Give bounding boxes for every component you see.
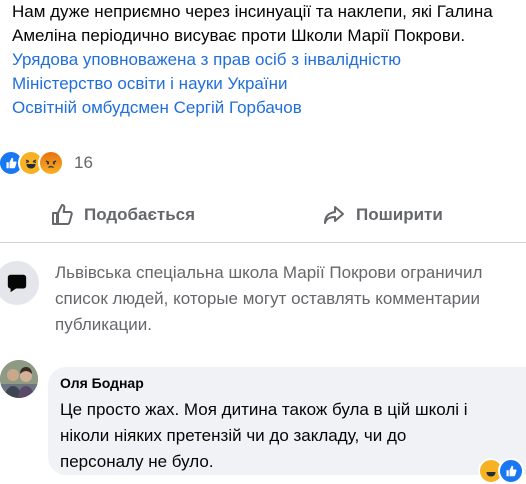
like-button[interactable]: Подобається	[50, 203, 195, 227]
comment-reactions[interactable]	[478, 458, 524, 484]
share-button[interactable]: Поширити	[322, 203, 443, 227]
reactions-count[interactable]: 16	[74, 153, 93, 173]
comment-bubble-icon	[0, 261, 39, 305]
post-text: Нам дуже неприємно через інсинуації та н…	[12, 0, 526, 120]
restricted-text: Львівська спеціальна школа Марії Покрови…	[55, 260, 526, 338]
share-label: Поширити	[356, 205, 443, 224]
post-line-2: Амеліна періодично висуває проти Школи М…	[12, 26, 466, 45]
tag-link-ministry[interactable]: Міністерство освіти і науки України	[12, 72, 526, 96]
post-actions: Подобається Поширити	[0, 195, 526, 235]
like-label: Подобається	[84, 205, 196, 224]
comment-text: Це просто жах. Моя дитина також була в ц…	[60, 397, 468, 475]
divider	[0, 242, 526, 243]
restricted-line-3: публикации.	[55, 315, 153, 334]
post-line-1: Нам дуже неприємно через інсинуації та н…	[12, 2, 493, 21]
share-arrow-icon	[324, 206, 344, 224]
comments-restricted-notice: Львівська спеціальна школа Марії Покрови…	[0, 255, 526, 335]
restricted-line-1: Львівська спеціальна школа Марії Покрови…	[55, 263, 483, 282]
restricted-line-2: список людей, которые могут оставлять ко…	[55, 289, 481, 308]
comment-line-2: ніколи ніяких претензій чи до закладу, ч…	[60, 426, 407, 445]
like-reaction-icon	[498, 458, 524, 484]
comment-bubble: Оля Боднар Це просто жах. Моя дитина так…	[48, 367, 526, 475]
comment-author[interactable]: Оля Боднар	[60, 375, 144, 391]
tag-link-education-ombudsman[interactable]: Освітній омбудсмен Сергій Горбачов	[12, 96, 526, 120]
avatar[interactable]	[0, 360, 38, 398]
comment-line-3: персоналу не було.	[60, 452, 214, 471]
angry-reaction-icon	[38, 150, 64, 176]
reactions-summary[interactable]: 16	[0, 150, 93, 176]
thumbs-up-icon	[52, 204, 73, 225]
tag-link-ombudsman[interactable]: Урядова уповноважена з прав осіб з інвал…	[12, 48, 526, 72]
comment-line-1: Це просто жах. Моя дитина також була в ц…	[60, 400, 468, 419]
